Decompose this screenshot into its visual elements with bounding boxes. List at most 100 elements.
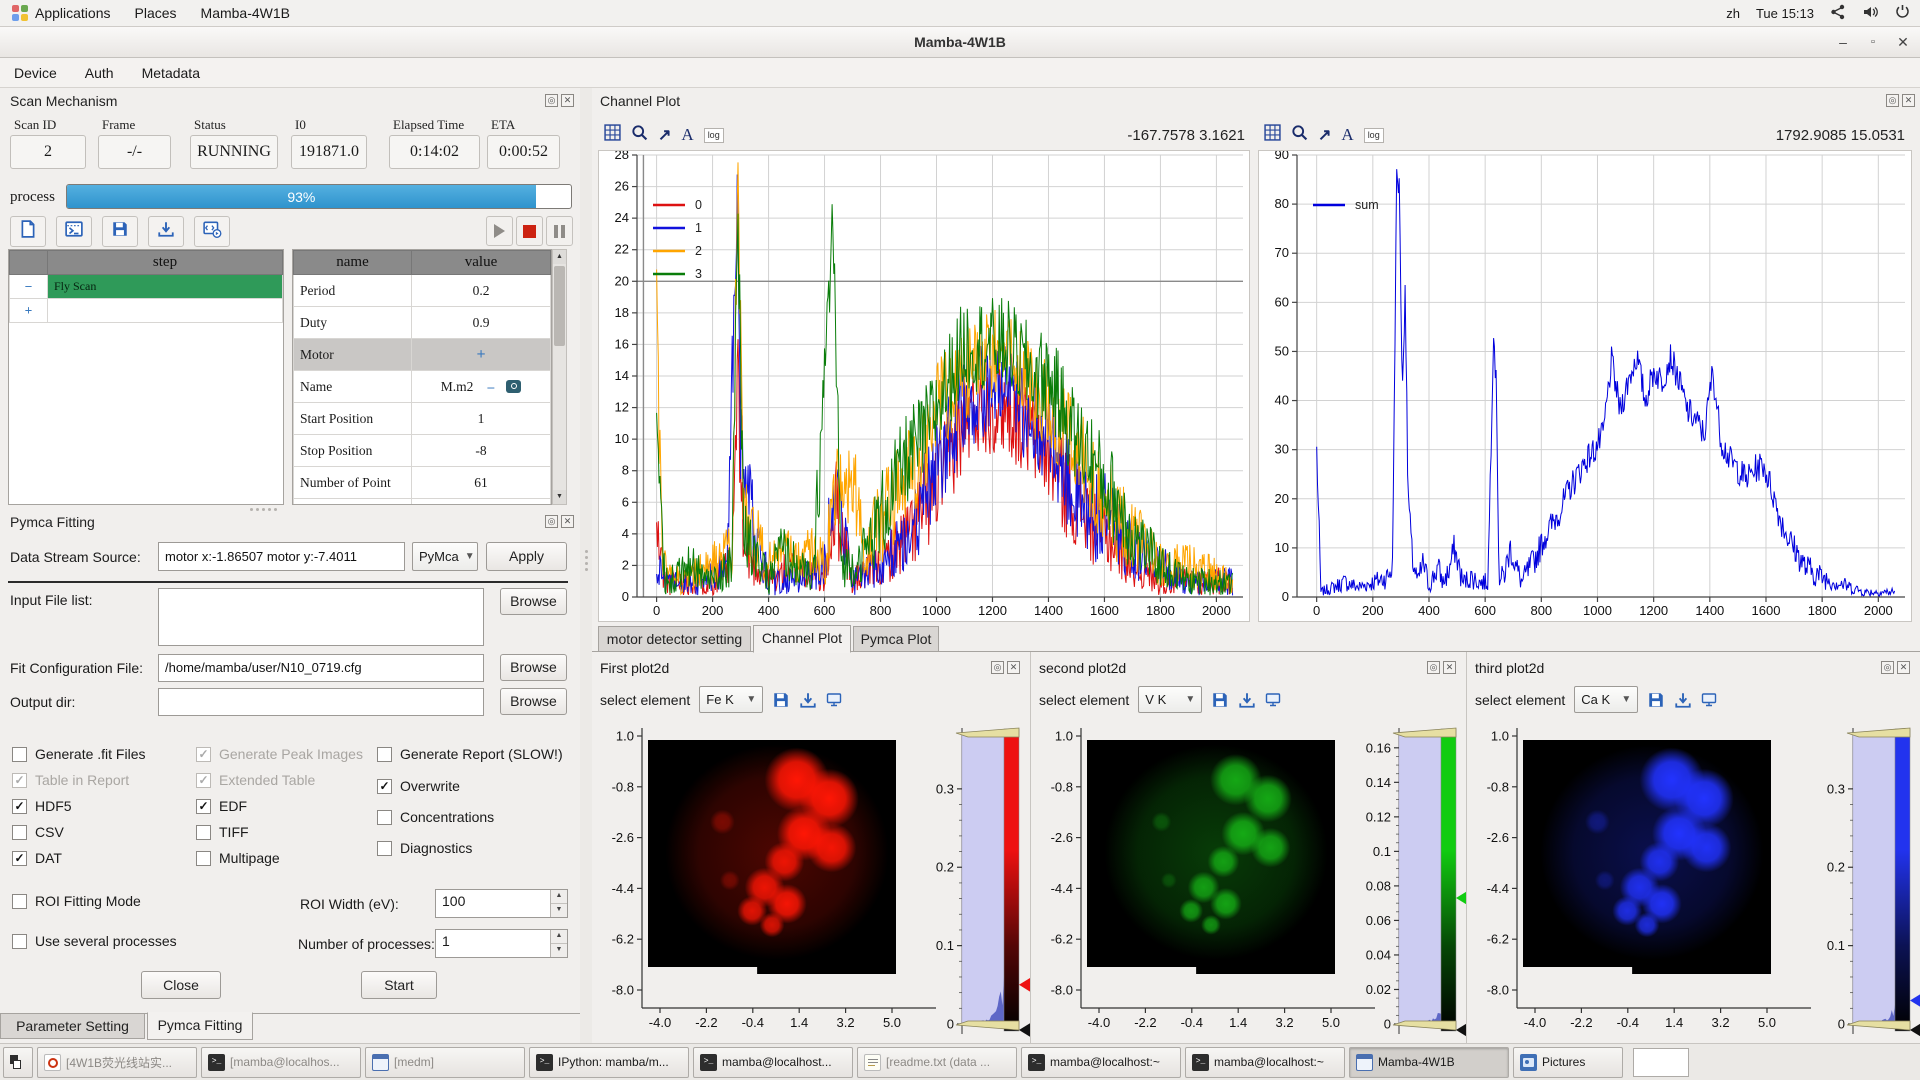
apply-button[interactable]: Apply [486,542,567,571]
taskbar-item-mamba-4w1b[interactable]: Mamba-4W1B [1349,1047,1509,1078]
monitor-icon[interactable] [1265,692,1281,707]
app-menu[interactable]: Mamba-4W1B [189,0,302,26]
scan-param-table[interactable]: namevaluePeriod0.2Duty0.9Motor+NameM.m2–… [292,249,552,505]
autoscale-icon[interactable]: A [1341,125,1353,145]
checkbox-table-in-report[interactable]: ✓Table in Report [12,772,129,788]
pan-arrow-icon[interactable]: ↗ [1318,125,1331,145]
checkbox-generate-peak-images[interactable]: ✓Generate Peak Images [196,746,363,762]
download-icon-button[interactable] [148,216,184,247]
save-icon-button[interactable] [102,216,138,247]
stop-button[interactable] [516,216,543,246]
table-row[interactable]: Number of Point61 [294,467,551,499]
table-row[interactable]: Stop Position-8 [294,435,551,467]
log-toggle[interactable]: log [704,128,724,143]
table-row[interactable]: Period0.2 [294,275,551,307]
close-button[interactable]: Close [141,971,221,999]
colorbar[interactable]: 0.160.140.120.10.080.060.040.020 [1357,724,1467,1042]
log-toggle[interactable]: log [1364,128,1384,143]
param-value-cell[interactable]: 0.9 [412,307,551,339]
browse-output-button[interactable]: Browse [500,688,567,715]
taskbar-item--readme-txt-data-[interactable]: [readme.txt (data ... [857,1047,1017,1078]
download-icon[interactable] [1238,691,1256,709]
checkbox-dat[interactable]: ✓DAT [12,850,62,866]
places-menu[interactable]: Places [123,0,189,26]
checkbox-csv[interactable]: CSV [12,824,64,840]
roi-fitting-mode-checkbox[interactable]: ROI Fitting Mode [12,893,141,909]
export-run-icon-button[interactable] [194,216,230,247]
scroll-up-icon[interactable]: ▲ [553,250,566,264]
plot2d-map[interactable]: 1.0-0.8-2.6-4.4-6.2-8.0-4.0-2.2-0.41.43.… [1471,716,1819,1041]
pan-arrow-icon[interactable]: ↗ [658,125,671,145]
add-motor-icon[interactable]: + [476,346,485,363]
use-several-processes-checkbox[interactable]: Use several processes [12,933,177,949]
output-dir-input[interactable] [158,688,484,716]
table-row[interactable]: NameM.m1– [294,499,551,506]
play-button[interactable] [486,216,513,246]
close-panel-icon[interactable]: ✕ [561,94,574,107]
plot2d-map[interactable]: 1.0-0.8-2.6-4.4-6.2-8.0-4.0-2.2-0.41.43.… [1035,716,1383,1041]
checkbox-overwrite[interactable]: ✓Overwrite [377,778,460,794]
download-icon[interactable] [799,691,817,709]
share-icon[interactable] [1830,4,1846,23]
float-panel-icon[interactable]: ◎ [1881,661,1894,674]
close-panel-icon[interactable]: ✕ [1443,661,1456,674]
close-panel-icon[interactable]: ✕ [1007,661,1020,674]
plot2d-map[interactable]: 1.0-0.8-2.6-4.4-6.2-8.0-4.0-2.2-0.41.43.… [596,716,944,1041]
roi-width-spinner[interactable]: 100 ▲▼ [435,889,568,918]
taskbar-item--mamba-localhos-[interactable]: >_[mamba@localhos... [201,1047,361,1078]
save-icon[interactable] [1211,691,1229,709]
power-icon[interactable] [1895,4,1910,22]
table-row[interactable]: Duty0.9 [294,307,551,339]
zoom-icon[interactable] [1291,124,1308,146]
scrollbar-thumb[interactable] [554,266,565,346]
param-value-cell[interactable]: M.m2– [412,371,551,403]
checkbox-tiff[interactable]: TIFF [196,824,249,840]
checkbox-hdf5[interactable]: ✓HDF5 [12,798,72,814]
grid-icon[interactable] [1264,124,1281,146]
param-value-cell[interactable]: -8 [412,435,551,467]
channel-plot-left-chart[interactable]: 0246810121416182022242628020040060080010… [598,150,1250,627]
pause-button[interactable] [546,216,573,246]
close-button[interactable]: ✕ [1888,27,1918,58]
element-dropdown[interactable]: V K▼ [1138,686,1202,713]
param-value-cell[interactable]: M.m1– [412,499,551,506]
colorbar[interactable]: 0.30.20.10 [1811,724,1920,1042]
grid-icon[interactable] [604,124,621,146]
float-panel-icon[interactable]: ◎ [1886,94,1899,107]
spin-down-icon[interactable]: ▼ [551,904,567,917]
taskbar-item--4w1b-[interactable]: [4W1B荧光线站实... [37,1047,197,1078]
engine-dropdown[interactable]: PyMca▼ [412,542,478,571]
download-icon[interactable] [1674,691,1692,709]
taskbar-item-mamba-localhost-[interactable]: >_mamba@localhost:~ [1185,1047,1345,1078]
maximize-button[interactable]: ▫ [1858,27,1888,58]
param-table-scrollbar[interactable]: ▲ ▼ [552,249,567,505]
menu-metadata[interactable]: Metadata [128,65,214,81]
taskbar-item-window[interactable] [3,1047,33,1078]
start-button[interactable]: Start [361,971,437,999]
float-panel-icon[interactable]: ◎ [545,94,558,107]
param-value-cell[interactable]: 0.2 [412,275,551,307]
close-panel-icon[interactable]: ✕ [561,515,574,528]
float-panel-icon[interactable]: ◎ [991,661,1004,674]
channel-plot-sum-chart[interactable]: 0102030405060708090020040060080010001200… [1258,150,1912,627]
element-dropdown[interactable]: Ca K▼ [1574,686,1638,713]
table-row[interactable]: + [10,299,283,323]
taskbar-item-mamba-localhost-[interactable]: >_mamba@localhost... [693,1047,853,1078]
zoom-icon[interactable] [631,124,648,146]
data-stream-input[interactable]: motor x:-1.86507 motor y:-7.4011 [158,542,405,571]
show-desktop-area[interactable] [1633,1048,1689,1077]
input-file-list[interactable] [158,588,484,646]
menu-device[interactable]: Device [0,65,71,81]
save-icon[interactable] [772,691,790,709]
tab-pymca-plot[interactable]: Pymca Plot [853,626,939,652]
param-value-cell[interactable]: + [412,339,551,371]
spin-down-icon[interactable]: ▼ [551,944,567,957]
camera-icon[interactable] [506,380,521,393]
panel-splitter-handle[interactable] [250,508,290,511]
checkbox-edf[interactable]: ✓EDF [196,798,247,814]
tab-channel-plot[interactable]: Channel Plot [753,625,851,653]
close-panel-icon[interactable]: ✕ [1897,661,1910,674]
table-row[interactable]: NameM.m2– [294,371,551,403]
new-file-icon-button[interactable] [10,216,46,247]
autoscale-icon[interactable]: A [681,125,693,145]
